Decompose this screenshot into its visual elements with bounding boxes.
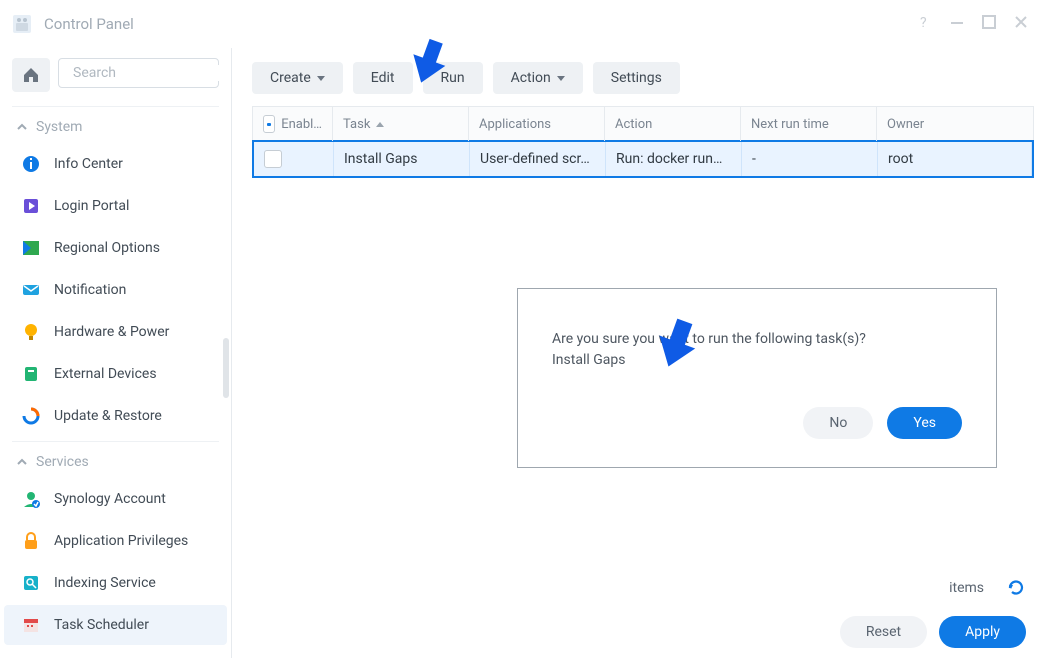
chevron-down-icon — [557, 76, 565, 81]
annotation-arrow-yes — [652, 316, 702, 370]
items-count-label: items — [949, 580, 984, 596]
titlebar: Control Panel ? — [0, 0, 1044, 48]
settings-button[interactable]: Settings — [593, 62, 680, 94]
chevron-up-icon — [16, 456, 28, 468]
sidebar-item-label: Task Scheduler — [54, 617, 149, 633]
confirm-dialog: Are you sure you want to run the followi… — [517, 288, 997, 468]
cell-action: Run: docker run… — [606, 142, 742, 176]
dialog-message: Are you sure you want to run the followi… — [552, 329, 962, 371]
sidebar-item-label: Indexing Service — [54, 575, 156, 591]
col-applications[interactable]: Applications — [469, 107, 605, 141]
refresh-button[interactable] — [1006, 578, 1026, 602]
task-table: Enabl… Task Applications Action Next run… — [252, 106, 1034, 178]
scrollbar-thumb[interactable] — [223, 338, 229, 398]
sidebar-item-label: Hardware & Power — [54, 324, 169, 340]
home-button[interactable] — [12, 58, 50, 92]
no-button[interactable]: No — [803, 407, 873, 439]
sidebar-item-hardware-power[interactable]: Hardware & Power — [4, 312, 227, 352]
account-icon — [20, 488, 42, 510]
cell-owner: root — [878, 142, 1032, 176]
lock-icon — [20, 530, 42, 552]
globe-icon — [20, 237, 42, 259]
bulb-icon — [20, 321, 42, 343]
sidebar-item-label: Login Portal — [54, 198, 129, 214]
create-button[interactable]: Create — [252, 62, 343, 94]
toolbar: Create Edit Run Action Settings — [252, 62, 1034, 94]
notification-icon — [20, 279, 42, 301]
refresh-icon — [1006, 578, 1026, 598]
portal-icon — [20, 195, 42, 217]
sidebar-item-login-portal[interactable]: Login Portal — [4, 186, 227, 226]
sidebar-item-label: Info Center — [54, 156, 123, 172]
col-next-run[interactable]: Next run time — [741, 107, 877, 141]
col-owner[interactable]: Owner — [877, 107, 1033, 141]
sidebar-item-label: Regional Options — [54, 240, 160, 256]
sidebar-item-label: Notification — [54, 282, 126, 298]
sort-asc-icon — [376, 122, 384, 127]
sidebar: System Info Center Login Portal Regional… — [0, 48, 232, 658]
table-row[interactable]: Install Gaps User-defined scr… Run: dock… — [252, 140, 1034, 178]
svg-text:?: ? — [920, 15, 927, 30]
section-system[interactable]: System — [0, 111, 231, 143]
col-action[interactable]: Action — [605, 107, 741, 141]
reset-button[interactable]: Reset — [840, 616, 927, 648]
minimize-icon[interactable] — [950, 15, 964, 33]
cell-task: Install Gaps — [334, 142, 470, 176]
sidebar-item-info-center[interactable]: Info Center — [4, 144, 227, 184]
main-panel: Create Edit Run Action Settings Enabl… T… — [232, 48, 1044, 658]
close-icon[interactable] — [1014, 15, 1028, 33]
sidebar-item-notification[interactable]: Notification — [4, 270, 227, 310]
window-title: Control Panel — [44, 15, 134, 33]
maximize-icon[interactable] — [982, 15, 996, 33]
sidebar-item-application-privileges[interactable]: Application Privileges — [4, 521, 227, 561]
calendar-icon — [20, 614, 42, 636]
section-services-label: Services — [36, 454, 89, 470]
header-checkbox[interactable] — [263, 115, 275, 133]
sidebar-item-task-scheduler[interactable]: Task Scheduler — [4, 605, 227, 645]
sidebar-item-label: Synology Account — [54, 491, 166, 507]
col-enabled[interactable]: Enabl… — [253, 107, 333, 141]
chevron-up-icon — [16, 121, 28, 133]
sidebar-item-external-devices[interactable]: External Devices — [4, 354, 227, 394]
indexing-icon — [20, 572, 42, 594]
sidebar-item-indexing-service[interactable]: Indexing Service — [4, 563, 227, 603]
device-icon — [20, 363, 42, 385]
action-button[interactable]: Action — [493, 62, 583, 94]
sidebar-item-synology-account[interactable]: Synology Account — [4, 479, 227, 519]
sidebar-item-label: Update & Restore — [54, 408, 162, 424]
sidebar-item-label: External Devices — [54, 366, 157, 382]
section-system-label: System — [36, 119, 82, 135]
apply-button[interactable]: Apply — [939, 616, 1026, 648]
app-icon — [10, 12, 34, 36]
help-icon[interactable]: ? — [916, 14, 932, 34]
restore-icon — [20, 405, 42, 427]
table-header: Enabl… Task Applications Action Next run… — [253, 107, 1033, 141]
info-icon — [20, 153, 42, 175]
edit-button[interactable]: Edit — [353, 62, 413, 94]
col-task[interactable]: Task — [333, 107, 469, 141]
sidebar-item-label: Application Privileges — [54, 533, 188, 549]
chevron-down-icon — [317, 76, 325, 81]
sidebar-item-regional-options[interactable]: Regional Options — [4, 228, 227, 268]
sidebar-item-update-restore[interactable]: Update & Restore — [4, 396, 227, 436]
row-checkbox[interactable] — [264, 150, 282, 168]
search-input[interactable] — [73, 65, 219, 81]
annotation-arrow-run — [406, 36, 452, 86]
section-services[interactable]: Services — [0, 446, 231, 478]
cell-next-run: - — [742, 142, 878, 176]
yes-button[interactable]: Yes — [887, 407, 962, 439]
cell-applications: User-defined scr… — [470, 142, 606, 176]
search-box[interactable] — [58, 58, 219, 88]
